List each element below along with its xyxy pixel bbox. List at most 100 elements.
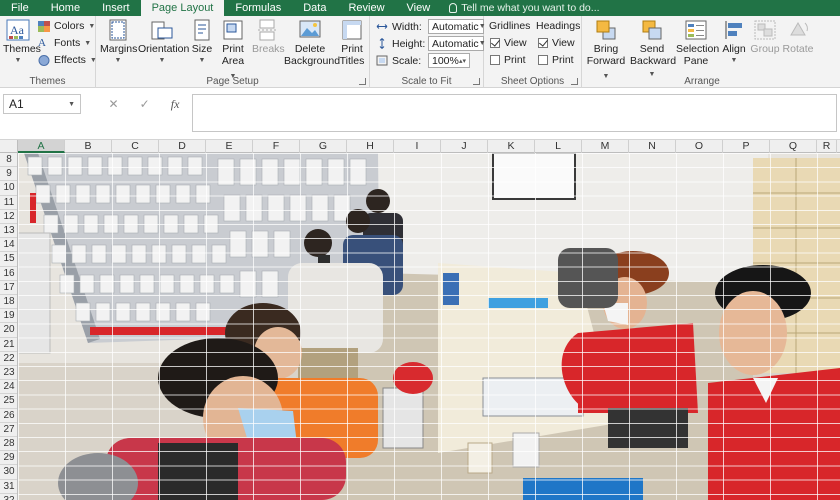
sheet-options-launcher-icon[interactable]: [571, 78, 578, 85]
align-button[interactable]: Align ▼: [720, 19, 748, 67]
rotate-icon: [786, 19, 810, 41]
headings-view-option[interactable]: View: [538, 37, 575, 49]
column-header-n[interactable]: N: [629, 140, 676, 153]
cancel-icon[interactable]: ✕: [109, 97, 119, 111]
bring-forward-button[interactable]: Bring Forward ▼: [586, 19, 626, 83]
tab-file[interactable]: File: [0, 0, 40, 16]
column-header-f[interactable]: F: [253, 140, 300, 153]
print-titles-label-1: Print: [341, 43, 363, 55]
group-button[interactable]: Group: [750, 19, 780, 55]
column-header-c[interactable]: C: [112, 140, 159, 153]
row-header-19[interactable]: 19: [0, 309, 17, 324]
chevron-down-icon[interactable]: ▼: [68, 101, 75, 108]
colors-button[interactable]: Colors ▼: [38, 20, 95, 32]
headings-view-checkbox[interactable]: [538, 38, 548, 48]
row-header-24[interactable]: 24: [0, 380, 17, 395]
row-header-11[interactable]: 11: [0, 196, 17, 210]
select-all-corner[interactable]: [0, 140, 18, 153]
column-header-a[interactable]: A: [18, 140, 65, 153]
row-header-8[interactable]: 8: [0, 153, 17, 168]
headings-print-checkbox[interactable]: [538, 55, 548, 65]
column-header-l[interactable]: L: [535, 140, 582, 153]
column-header-p[interactable]: P: [723, 140, 770, 153]
column-header-o[interactable]: O: [676, 140, 723, 153]
row-header-9[interactable]: 9: [0, 167, 17, 182]
row-header-26[interactable]: 26: [0, 409, 17, 423]
margins-button[interactable]: Margins ▼: [100, 19, 137, 67]
row-header-20[interactable]: 20: [0, 323, 17, 338]
row-header-25[interactable]: 25: [0, 394, 17, 409]
tab-page-layout[interactable]: Page Layout: [140, 0, 225, 16]
insert-function-icon[interactable]: fx: [171, 97, 180, 112]
row-header-17[interactable]: 17: [0, 281, 17, 295]
row-header-21[interactable]: 21: [0, 338, 17, 352]
row-header-28[interactable]: 28: [0, 437, 17, 452]
tab-view[interactable]: View: [396, 0, 442, 16]
selection-pane-button[interactable]: Selection Pane: [676, 19, 719, 67]
width-dropdown[interactable]: Automatic ▼: [428, 19, 486, 34]
row-header-27[interactable]: 27: [0, 423, 17, 437]
group-arrange: Bring Forward ▼ Send Backward ▼ Selectio…: [582, 16, 822, 88]
row-header-32[interactable]: 32: [0, 494, 17, 500]
row-header-14[interactable]: 14: [0, 238, 17, 253]
themes-button[interactable]: Aa Themes ▼: [3, 19, 41, 67]
row-header-29[interactable]: 29: [0, 451, 17, 466]
headings-heading: Headings: [536, 20, 581, 32]
column-header-b[interactable]: B: [65, 140, 112, 153]
send-backward-button[interactable]: Send Backward ▼: [630, 19, 676, 81]
column-header-e[interactable]: E: [206, 140, 253, 153]
column-header-h[interactable]: H: [347, 140, 394, 153]
tab-data[interactable]: Data: [292, 0, 337, 16]
align-icon: [722, 19, 746, 41]
row-header-16[interactable]: 16: [0, 267, 17, 281]
size-button[interactable]: Size ▼: [190, 19, 214, 67]
column-header-k[interactable]: K: [488, 140, 535, 153]
row-header-22[interactable]: 22: [0, 352, 17, 366]
page-setup-launcher-icon[interactable]: [359, 78, 366, 85]
enter-icon[interactable]: ✓: [140, 97, 150, 111]
tab-insert[interactable]: Insert: [91, 0, 141, 16]
column-header-j[interactable]: J: [441, 140, 488, 153]
gridlines-view-checkbox[interactable]: [490, 38, 500, 48]
store-photo[interactable]: [18, 153, 840, 500]
row-header-12[interactable]: 12: [0, 210, 17, 224]
row-header-10[interactable]: 10: [0, 181, 17, 196]
row-header-18[interactable]: 18: [0, 295, 17, 310]
gridlines-view-option[interactable]: View: [490, 37, 527, 49]
row-header-23[interactable]: 23: [0, 366, 17, 381]
name-box[interactable]: A1 ▼: [3, 94, 81, 114]
gridlines-print-option[interactable]: Print: [490, 54, 526, 66]
height-label: Height:: [392, 37, 426, 50]
tab-formulas[interactable]: Formulas: [224, 0, 292, 16]
row-header-15[interactable]: 15: [0, 252, 17, 267]
scale-spinner[interactable]: 100% ▴▾: [428, 53, 470, 68]
worksheet-grid[interactable]: [18, 153, 840, 500]
spinner-icon[interactable]: ▴▾: [459, 57, 466, 65]
orientation-button[interactable]: Orientation ▼: [138, 19, 189, 67]
gridlines-print-checkbox[interactable]: [490, 55, 500, 65]
row-header-30[interactable]: 30: [0, 465, 17, 480]
column-header-i[interactable]: I: [394, 140, 441, 153]
column-header-d[interactable]: D: [159, 140, 206, 153]
scale-to-fit-launcher-icon[interactable]: [473, 78, 480, 85]
row-header-13[interactable]: 13: [0, 224, 17, 239]
formula-input[interactable]: [192, 94, 837, 132]
print-area-button[interactable]: Print Area ▼: [218, 19, 248, 83]
print-titles-button[interactable]: Print Titles: [338, 19, 366, 67]
delete-background-button[interactable]: Delete Background: [284, 19, 340, 67]
row-header-31[interactable]: 31: [0, 480, 17, 494]
height-dropdown[interactable]: Automatic ▼: [428, 36, 486, 51]
chevron-down-icon: ▼: [114, 57, 122, 64]
breaks-button[interactable]: Breaks: [252, 19, 285, 55]
headings-print-option[interactable]: Print: [538, 54, 574, 66]
column-header-g[interactable]: G: [300, 140, 347, 153]
tab-review[interactable]: Review: [337, 0, 395, 16]
column-header-r[interactable]: R: [817, 140, 837, 153]
column-header-m[interactable]: M: [582, 140, 629, 153]
fonts-button[interactable]: A Fonts ▼: [38, 37, 91, 49]
rotate-button[interactable]: Rotate: [782, 19, 814, 55]
effects-button[interactable]: Effects ▼: [38, 54, 97, 66]
column-header-q[interactable]: Q: [770, 140, 817, 153]
tab-home[interactable]: Home: [40, 0, 91, 16]
tell-me-box[interactable]: Tell me what you want to do...: [449, 2, 600, 14]
